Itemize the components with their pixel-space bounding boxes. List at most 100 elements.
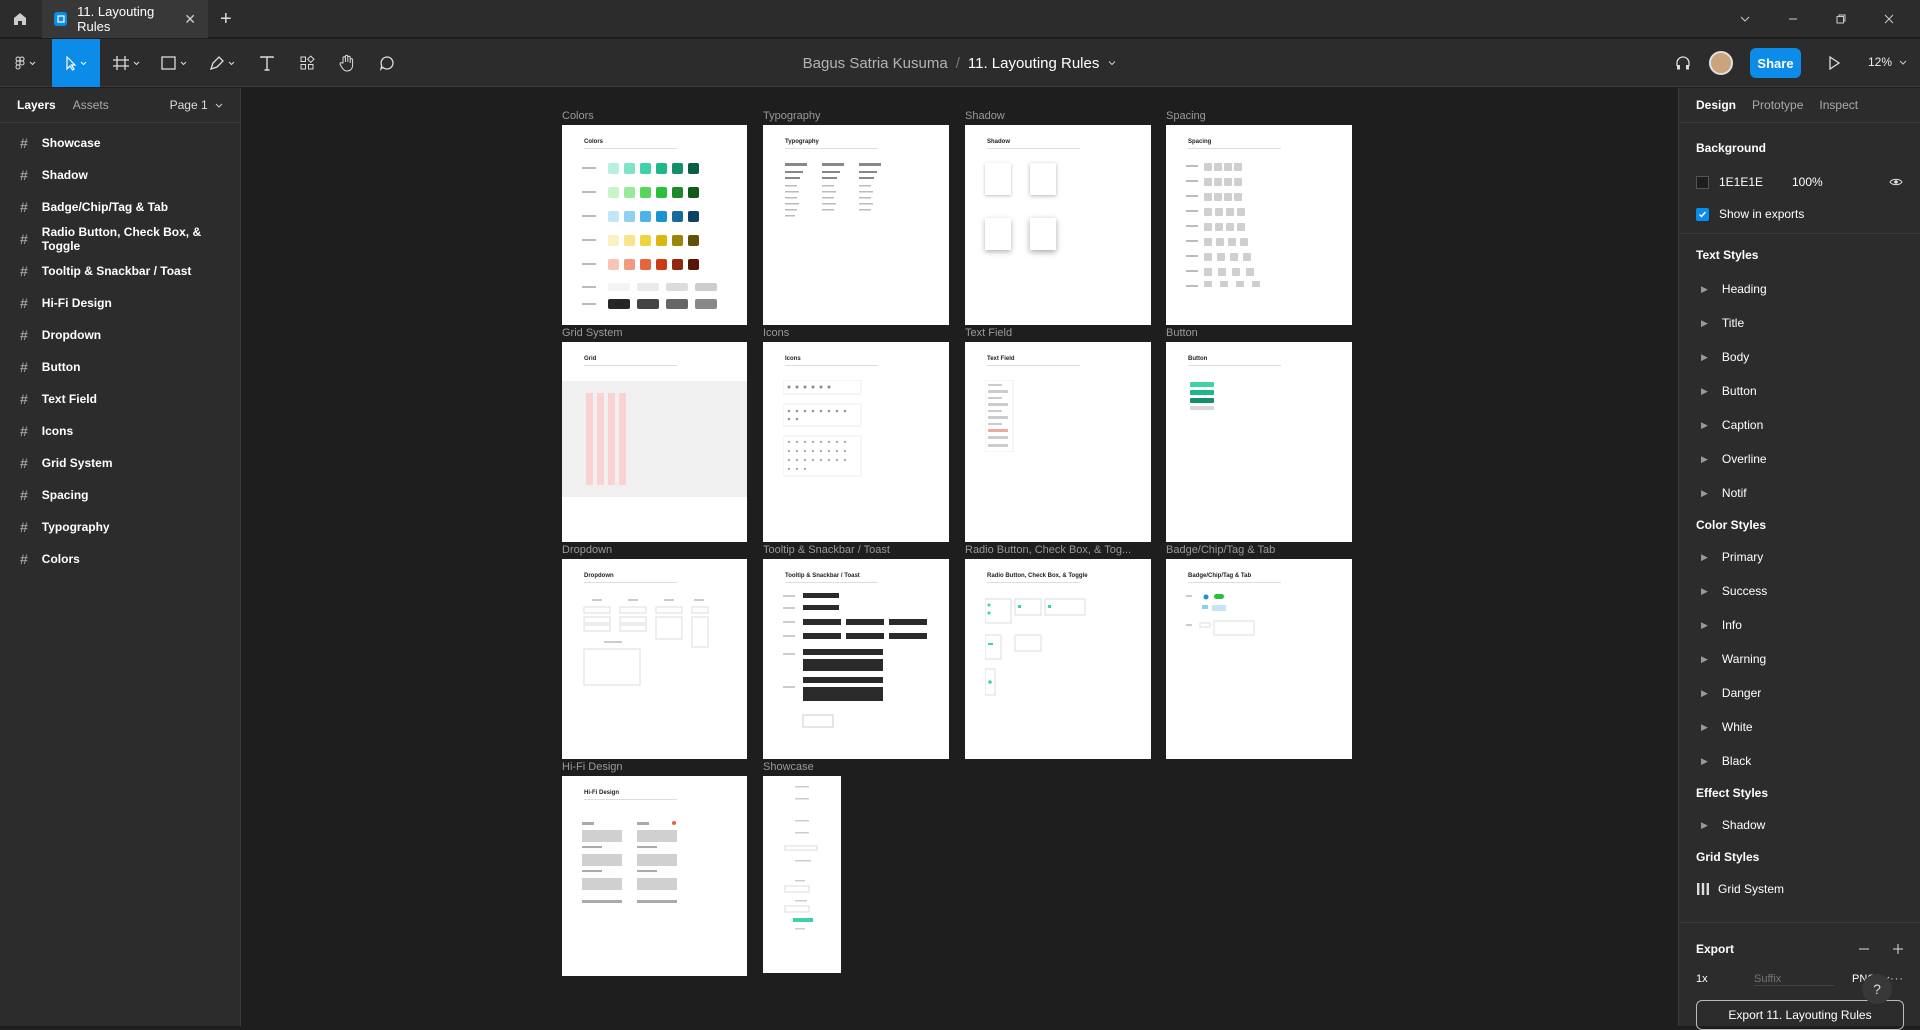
text-style-item[interactable]: ▶ Heading [1679, 272, 1920, 306]
new-tab-button[interactable]: + [220, 8, 232, 31]
effect-style-item[interactable]: ▶ Shadow [1679, 808, 1920, 842]
text-style-item[interactable]: ▶ Notif [1679, 476, 1920, 510]
frame-tooltip-snackbar[interactable]: Tooltip & Snackbar / Toast [763, 559, 949, 759]
shape-tool-button[interactable] [156, 39, 196, 87]
frame-typography[interactable]: Typography [763, 125, 949, 325]
color-style-item[interactable]: ▶ Danger [1679, 676, 1920, 710]
layer-item[interactable]: # Hi-Fi Design [0, 287, 240, 319]
tab-layers[interactable]: Layers [17, 98, 56, 112]
frame-label[interactable]: Icons [763, 327, 948, 339]
layer-item[interactable]: # Icons [0, 415, 240, 447]
frame-badge-chip-tag-tab[interactable]: Badge/Chip/Tag & Tab [1166, 559, 1352, 759]
frame-tool-button[interactable] [108, 39, 148, 87]
show-in-exports-checkbox[interactable] [1696, 207, 1709, 221]
layer-item[interactable]: # Tooltip & Snackbar / Toast [0, 255, 240, 287]
color-style-item[interactable]: ▶ Warning [1679, 642, 1920, 676]
color-style-item[interactable]: ▶ Black [1679, 744, 1920, 778]
frame-label[interactable]: Button [1166, 327, 1351, 339]
background-opacity[interactable]: 100% [1792, 175, 1823, 189]
background-hex[interactable]: 1E1E1E [1719, 175, 1792, 189]
layer-item[interactable]: # Grid System [0, 447, 240, 479]
text-style-item[interactable]: ▶ Button [1679, 374, 1920, 408]
layer-item[interactable]: # Shadow [0, 159, 240, 191]
file-tab[interactable]: 11. Layouting Rules ✕ [42, 0, 208, 38]
frame-label[interactable]: Grid System [562, 327, 747, 339]
frame-spacing[interactable]: Spacing [1166, 125, 1352, 325]
main-menu-button[interactable] [8, 39, 44, 87]
export-suffix-input[interactable] [1754, 972, 1834, 986]
help-button[interactable]: ? [1862, 974, 1892, 1004]
frame-label[interactable]: Spacing [1166, 110, 1351, 122]
color-style-item[interactable]: ▶ Success [1679, 574, 1920, 608]
frame-grid-system[interactable]: Grid [562, 342, 747, 542]
frame-label[interactable]: Colors [562, 110, 747, 122]
home-button[interactable] [0, 0, 40, 38]
text-style-item[interactable]: ▶ Title [1679, 306, 1920, 340]
frame-hifi-design[interactable]: Hi-Fi Design [562, 776, 747, 976]
restore-button[interactable] [1818, 0, 1864, 38]
layer-item[interactable]: # Typography [0, 511, 240, 543]
layer-item[interactable]: # Radio Button, Check Box, & Toggle [0, 223, 240, 255]
pen-tool-button[interactable] [204, 39, 244, 87]
color-style-item[interactable]: ▶ White [1679, 710, 1920, 744]
frame-icons[interactable]: Icons [763, 342, 949, 542]
text-style-item[interactable]: ▶ Caption [1679, 408, 1920, 442]
text-style-item[interactable]: ▶ Overline [1679, 442, 1920, 476]
frame-label[interactable]: Text Field [965, 327, 1150, 339]
frame-label[interactable]: Hi-Fi Design [562, 761, 747, 773]
page-selector[interactable]: Page 1 [170, 98, 223, 112]
color-style-item[interactable]: ▶ Info [1679, 608, 1920, 642]
color-swatch[interactable] [1696, 175, 1709, 189]
layer-item[interactable]: # Dropdown [0, 319, 240, 351]
project-owner[interactable]: Bagus Satria Kusuma [803, 55, 948, 72]
frame-label[interactable]: Radio Button, Check Box, & Tog... [965, 544, 1150, 556]
frame-shadow[interactable]: Shadow [965, 125, 1151, 325]
plus-icon[interactable] [1892, 943, 1904, 955]
frame-label[interactable]: Tooltip & Snackbar / Toast [763, 544, 948, 556]
layer-item[interactable]: # Text Field [0, 383, 240, 415]
tab-assets[interactable]: Assets [73, 98, 109, 112]
layer-item[interactable]: # Badge/Chip/Tag & Tab [0, 191, 240, 223]
minus-icon[interactable] [1858, 943, 1870, 955]
frame-label[interactable]: Typography [763, 110, 948, 122]
file-name[interactable]: 11. Layouting Rules [968, 55, 1099, 72]
close-window-button[interactable] [1866, 0, 1912, 38]
audio-button[interactable] [1670, 39, 1696, 87]
minimize-button[interactable] [1770, 0, 1816, 38]
grid-style-item[interactable]: Grid System [1679, 872, 1920, 906]
layer-item[interactable]: # Button [0, 351, 240, 383]
eye-icon[interactable] [1889, 177, 1903, 187]
text-style-item[interactable]: ▶ Body [1679, 340, 1920, 374]
move-tool-button[interactable] [52, 39, 100, 87]
frame-radio-checkbox-toggle[interactable]: Radio Button, Check Box, & Toggle [965, 559, 1151, 759]
zoom-dropdown[interactable]: 12% [1868, 55, 1907, 69]
hand-tool-button[interactable] [332, 39, 362, 87]
tab-prototype[interactable]: Prototype [1752, 98, 1803, 112]
layer-item[interactable]: # Showcase [0, 127, 240, 159]
export-scale[interactable]: 1x [1696, 973, 1754, 985]
frame-button[interactable]: Button [1166, 342, 1352, 542]
avatar[interactable] [1709, 51, 1733, 75]
frame-label[interactable]: Badge/Chip/Tag & Tab [1166, 544, 1351, 556]
frame-text-field[interactable]: Text Field [965, 342, 1151, 542]
close-tab-icon[interactable]: ✕ [184, 11, 196, 28]
tab-inspect[interactable]: Inspect [1819, 98, 1858, 112]
share-button[interactable]: Share [1750, 48, 1801, 78]
present-button[interactable] [1822, 39, 1846, 87]
chevron-down-icon[interactable] [1722, 0, 1768, 38]
design-canvas[interactable]: Colors Colors Typography Typography Shad… [242, 88, 1677, 1026]
frame-label[interactable]: Shadow [965, 110, 1150, 122]
frame-dropdown[interactable]: Dropdown [562, 559, 747, 759]
tab-design[interactable]: Design [1696, 98, 1736, 112]
frame-label[interactable]: Showcase [763, 761, 883, 773]
frame-label[interactable]: Dropdown [562, 544, 747, 556]
layer-item[interactable]: # Spacing [0, 479, 240, 511]
comment-tool-button[interactable] [372, 39, 402, 87]
frame-colors[interactable]: Colors [562, 125, 747, 325]
more-options-icon[interactable]: ··· [1890, 973, 1904, 985]
layer-item[interactable]: # Colors [0, 543, 240, 575]
color-style-item[interactable]: ▶ Primary [1679, 540, 1920, 574]
resources-tool-button[interactable] [292, 39, 322, 87]
frame-showcase[interactable] [763, 776, 841, 973]
chevron-down-icon[interactable] [1107, 58, 1117, 68]
